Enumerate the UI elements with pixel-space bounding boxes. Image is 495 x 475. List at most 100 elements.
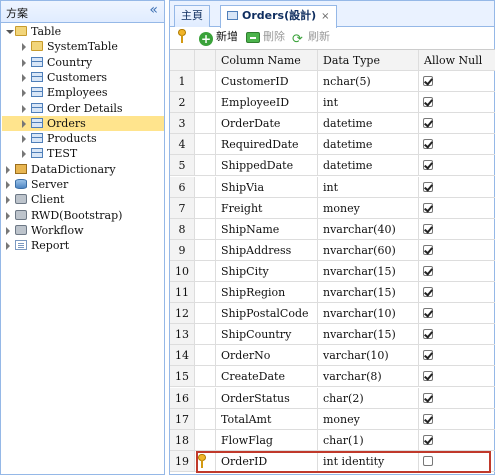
key-cell[interactable] [195,260,216,282]
key-cell[interactable] [195,429,216,451]
tree-item[interactable]: Workflow [2,223,162,238]
column-name-cell[interactable]: ShipRegion [216,282,318,303]
expand-right-icon[interactable] [6,196,10,205]
column-name-cell[interactable]: ShipCountry [216,324,318,346]
data-type-cell[interactable]: nvarchar(40) [318,218,419,240]
column-name-cell[interactable]: OrderStatus [216,387,318,409]
tree-item[interactable]: SystemTable [2,39,162,54]
key-cell[interactable] [195,345,216,367]
key-cell[interactable] [195,218,216,240]
key-cell[interactable] [195,366,216,388]
table-row[interactable]: 18 FlowFlag char(1) [170,429,495,451]
column-name-cell[interactable]: FlowFlag [216,429,318,451]
column-name-cell[interactable]: TotalAmt [216,408,318,430]
primary-key-button[interactable] [178,29,186,45]
allow-null-checkbox[interactable] [423,455,433,466]
data-type-cell[interactable]: datetime [318,155,419,177]
allow-null-checkbox[interactable] [423,434,433,445]
key-cell[interactable] [195,113,216,135]
refresh-button[interactable]: ⟳ 刷新 [292,29,330,46]
data-type-cell[interactable]: money [318,197,419,219]
tree-item[interactable]: TEST [2,146,162,161]
key-cell[interactable] [195,197,216,219]
data-type-cell[interactable]: nvarchar(10) [318,303,419,325]
tree-item[interactable]: Client [2,192,162,207]
data-type-cell[interactable]: varchar(8) [318,366,419,388]
column-name-cell[interactable]: EmployeeID [216,92,318,114]
expand-right-icon[interactable] [6,242,10,251]
column-name-cell[interactable]: OrderNo [216,345,318,367]
allow-null-checkbox[interactable] [423,308,433,319]
allow-null-checkbox[interactable] [423,76,433,86]
tree-item[interactable]: Order Details [2,101,162,116]
data-type-cell[interactable]: datetime [318,134,419,156]
tree-item[interactable]: Orders [2,115,164,131]
table-row[interactable]: 15 CreateDate varchar(8) [170,366,495,388]
column-name-cell[interactable]: ShipPostalCode [216,303,318,325]
column-name-cell[interactable]: ShipCity [216,260,318,282]
expand-right-icon[interactable] [22,43,26,52]
allow-null-checkbox[interactable] [423,371,433,382]
expand-right-icon[interactable] [22,58,26,67]
table-row[interactable]: 1 CustomerID nchar(5) [170,71,495,92]
column-name-cell[interactable]: OrderDate [216,113,318,135]
key-cell[interactable] [195,324,216,346]
table-row[interactable]: 9 ShipAddress nvarchar(60) [170,239,495,261]
tree-item[interactable]: DataDictionary [2,162,162,177]
data-type-cell[interactable]: int identity [318,450,419,472]
table-row[interactable]: 17 TotalAmt money [170,408,495,430]
column-name-cell[interactable]: ShippedDate [216,155,318,177]
data-type-cell[interactable]: money [318,408,419,430]
allow-null-checkbox[interactable] [423,160,433,171]
key-cell[interactable] [195,450,216,472]
table-row[interactable]: 5 ShippedDate datetime [170,155,495,177]
delete-button[interactable]: 刪除 [246,29,285,45]
column-name-cell[interactable]: CreateDate [216,366,318,388]
data-type-cell[interactable]: char(2) [318,387,419,409]
key-cell[interactable] [195,282,216,303]
table-row[interactable]: 4 RequiredDate datetime [170,134,495,156]
table-row[interactable]: 14 OrderNo varchar(10) [170,345,495,367]
tree-item[interactable]: Products [2,131,162,146]
allow-null-checkbox[interactable] [423,202,433,213]
table-row[interactable]: 10 ShipCity nvarchar(15) [170,260,495,282]
add-button[interactable]: + 新增 [199,29,238,46]
column-name-cell[interactable]: OrderID [216,450,318,472]
allow-null-checkbox[interactable] [423,392,433,403]
table-row[interactable]: 2 EmployeeID int [170,92,495,114]
data-type-cell[interactable]: nvarchar(15) [318,282,419,303]
expand-right-icon[interactable] [6,211,10,220]
tab-home[interactable]: 主頁 [174,5,210,27]
tree-item[interactable]: RWD(Bootstrap) [2,208,162,223]
expand-right-icon[interactable] [6,226,10,235]
data-type-cell[interactable]: nvarchar(15) [318,260,419,282]
tree-item[interactable]: Table [2,24,162,39]
data-type-cell[interactable]: nvarchar(15) [318,324,419,346]
table-row[interactable]: 16 OrderStatus char(2) [170,387,495,409]
allow-null-checkbox[interactable] [423,350,433,361]
allow-null-checkbox[interactable] [423,181,433,192]
table-row[interactable]: 7 Freight money [170,197,495,219]
expand-right-icon[interactable] [22,73,26,82]
data-type-cell[interactable]: nvarchar(60) [318,239,419,261]
tree-item[interactable]: Server [2,177,162,192]
column-name-cell[interactable]: ShipVia [216,176,318,198]
allow-null-checkbox[interactable] [423,139,433,150]
column-name-cell[interactable]: ShipName [216,218,318,240]
tree-item[interactable]: Country [2,55,162,70]
expand-down-icon[interactable] [6,30,14,34]
column-name-cell[interactable]: CustomerID [216,71,318,92]
column-name-cell[interactable]: ShipAddress [216,239,318,261]
data-type-cell[interactable]: nchar(5) [318,71,419,92]
data-type-cell[interactable]: char(1) [318,429,419,451]
column-name-cell[interactable]: RequiredDate [216,134,318,156]
tab-orders-design[interactable]: Orders(設計) × [220,5,337,28]
allow-null-checkbox[interactable] [423,223,433,234]
expand-right-icon[interactable] [22,135,26,144]
allow-null-checkbox[interactable] [423,329,433,340]
allow-null-checkbox[interactable] [423,244,433,255]
data-type-cell[interactable]: varchar(10) [318,345,419,367]
key-cell[interactable] [195,303,216,325]
data-type-cell[interactable]: datetime [318,113,419,135]
table-row[interactable]: 12 ShipPostalCode nvarchar(10) [170,303,495,325]
